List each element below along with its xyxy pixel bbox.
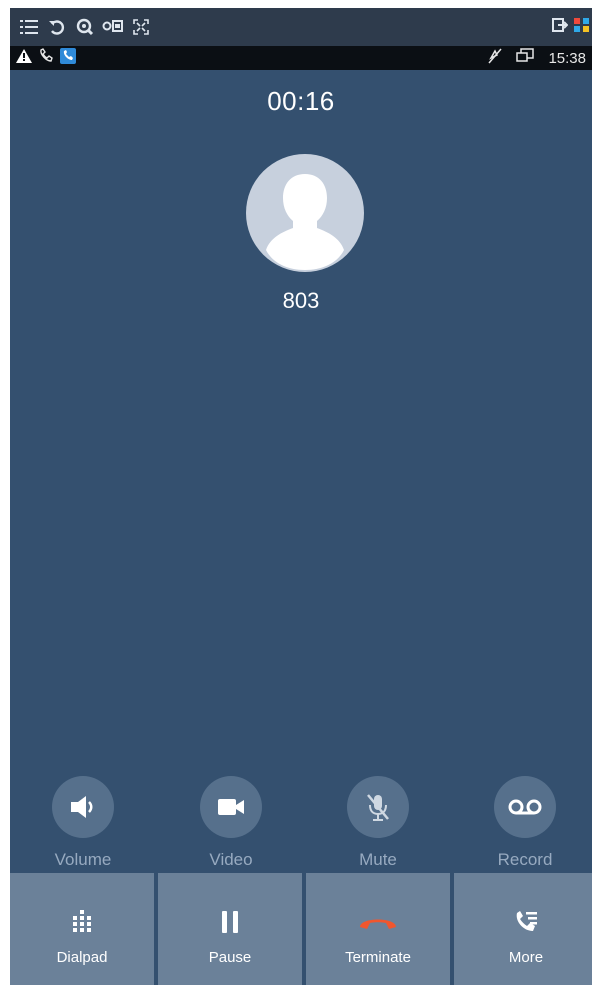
fullscreen-icon[interactable] — [130, 16, 152, 38]
volume-icon — [71, 796, 93, 818]
missed-call-icon — [38, 47, 54, 69]
record-label: Record — [497, 850, 553, 869]
pause-icon — [222, 911, 238, 933]
volume-button[interactable]: Volume — [28, 776, 138, 870]
contact-number: 803 — [282, 288, 320, 313]
pause-label: Pause — [208, 949, 252, 966]
end-call-icon — [360, 919, 396, 929]
grid-icon[interactable] — [574, 17, 590, 38]
call-app-icon — [60, 47, 76, 69]
record-button[interactable]: Record — [470, 776, 580, 870]
video-icon — [218, 799, 244, 815]
call-actions: Volume Video Mute Record — [10, 776, 592, 869]
mute-ring-icon — [488, 48, 503, 69]
record-icon — [508, 799, 542, 815]
screens-icon — [516, 47, 535, 69]
call-screen: 15:38 00:16 803 Volume Video Mute Record… — [10, 8, 592, 985]
exit-icon[interactable] — [552, 17, 569, 38]
list-icon[interactable] — [18, 16, 40, 38]
mute-button[interactable]: Mute — [323, 776, 433, 870]
settings-icon[interactable] — [102, 16, 124, 38]
status-bar: 15:38 — [10, 46, 592, 70]
more-button[interactable]: More — [454, 873, 592, 985]
volume-label: Volume — [54, 850, 112, 869]
pause-button[interactable]: Pause — [158, 873, 302, 985]
dialpad-label: Dialpad — [56, 949, 108, 966]
more-icon — [516, 911, 537, 931]
contact-avatar — [246, 154, 364, 272]
call-controls: Dialpad Pause Terminate More — [10, 873, 592, 985]
video-label: Video — [209, 850, 253, 869]
dialpad-icon — [73, 910, 91, 932]
top-toolbar — [10, 8, 592, 46]
dialpad-button[interactable]: Dialpad — [10, 873, 154, 985]
person-icon — [266, 174, 344, 270]
status-time: 15:38 — [548, 49, 586, 67]
terminate-button[interactable]: Terminate — [306, 873, 450, 985]
mute-label: Mute — [359, 850, 397, 869]
warning-icon — [16, 48, 32, 68]
more-label: More — [508, 949, 544, 966]
call-duration: 00:16 — [267, 86, 335, 116]
zoom-icon[interactable] — [74, 16, 96, 38]
undo-icon[interactable] — [46, 16, 68, 38]
video-button[interactable]: Video — [176, 776, 286, 870]
terminate-label: Terminate — [345, 949, 411, 966]
mute-icon — [367, 794, 389, 821]
